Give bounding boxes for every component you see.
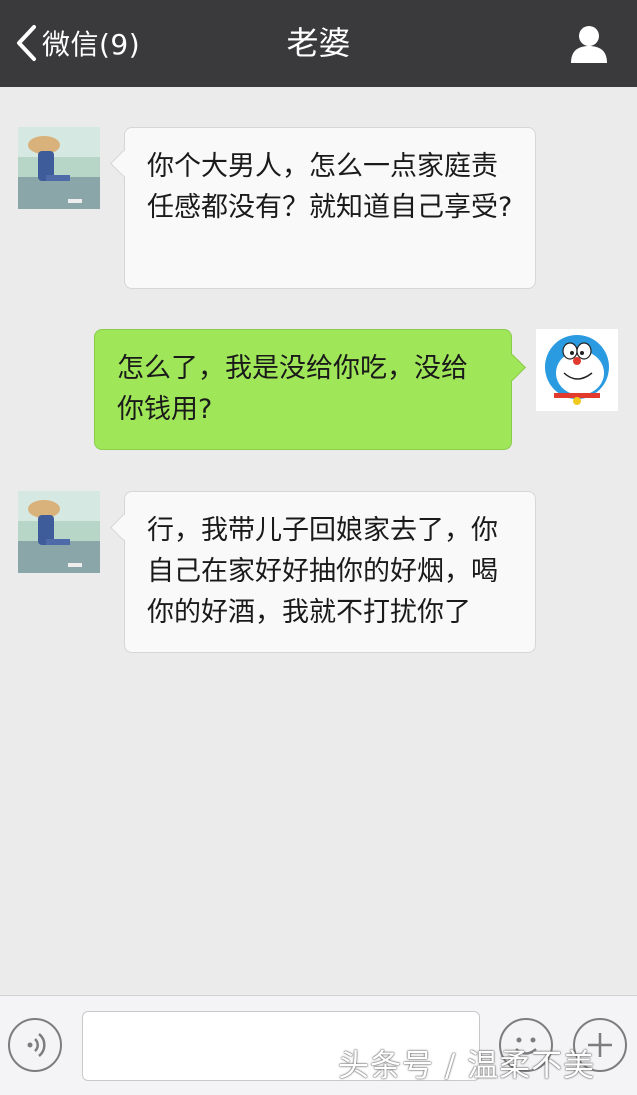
outgoing-message[interactable]: 怎么了，我是没给你吃，没给你钱用? xyxy=(94,329,526,450)
incoming-message[interactable]: 行，我带儿子回娘家去了，你自己在家好好抽你的好烟，喝你的好酒，我就不打扰你了 xyxy=(110,491,536,653)
contact-avatar[interactable] xyxy=(18,127,100,209)
contact-avatar[interactable] xyxy=(18,491,100,573)
incoming-message[interactable]: 你个大男人，怎么一点家庭责任感都没有？就知道自己享受? xyxy=(110,127,536,289)
message-text: 你个大男人，怎么一点家庭责任感都没有？就知道自己享受? xyxy=(147,151,513,223)
my-avatar[interactable] xyxy=(536,329,618,411)
message-text: 行，我带儿子回娘家去了，你自己在家好好抽你的好烟，喝你的好酒，我就不打扰你了 xyxy=(147,515,498,628)
watermark-text: 头条号 / 温柔不美 xyxy=(338,1048,596,1084)
chevron-left-icon xyxy=(17,25,36,61)
person-icon[interactable] xyxy=(569,24,609,64)
voice-icon[interactable] xyxy=(8,1018,62,1072)
back-button[interactable]: 微信(9) xyxy=(14,20,140,66)
message-text: 怎么了，我是没给你吃，没给你钱用? xyxy=(117,353,468,425)
navigation-bar: 微信(9) 老婆 xyxy=(0,0,637,87)
back-label: 微信(9) xyxy=(42,28,141,61)
